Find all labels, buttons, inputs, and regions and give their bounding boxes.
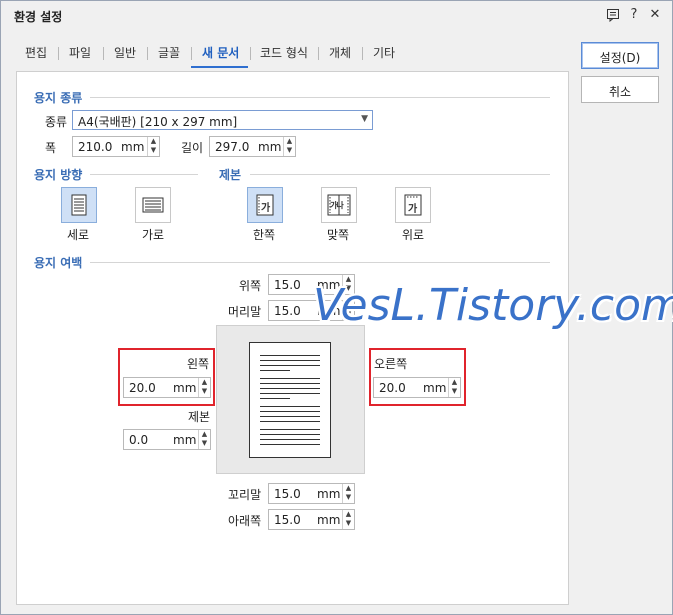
divider <box>90 97 550 98</box>
spin-down-icon[interactable]: ▼ <box>200 439 209 448</box>
landscape-button[interactable] <box>135 187 171 223</box>
binding-top-button[interactable]: 가 <box>395 187 431 223</box>
help-icon[interactable]: ? <box>626 7 642 23</box>
left-margin-stepper[interactable]: 20.0 mm ▲ ▼ <box>123 377 211 398</box>
spin-down-icon[interactable]: ▼ <box>344 493 353 502</box>
chat-icon[interactable] <box>605 7 621 23</box>
spin-down-icon[interactable]: ▼ <box>285 146 294 155</box>
tab-other[interactable]: 기타 <box>373 44 395 61</box>
footer-margin-stepper[interactable]: 15.0 mm ▲ ▼ <box>268 483 355 504</box>
portrait-button[interactable] <box>61 187 97 223</box>
tab-new-document[interactable]: 새 문서 <box>202 44 239 61</box>
cancel-button-label: 취소 <box>608 85 632 99</box>
gutter-margin-value: 0.0 <box>129 433 149 447</box>
bottom-margin-label: 아래쪽 <box>228 514 262 528</box>
spin-up-icon[interactable]: ▲ <box>344 510 353 519</box>
left-margin-unit: mm <box>173 381 197 395</box>
header-margin-value: 15.0 <box>274 304 301 318</box>
divider <box>90 174 198 175</box>
paper-type-section-title: 용지 종류 <box>34 91 83 105</box>
binding-facing-button[interactable]: 가나 <box>321 187 357 223</box>
spin-down-icon[interactable]: ▼ <box>450 387 459 396</box>
binding-section-title: 제본 <box>219 168 242 182</box>
length-label: 길이 <box>181 141 204 155</box>
binding-glyph: 가 <box>408 204 418 215</box>
margins-section-title: 용지 여백 <box>34 256 83 270</box>
gutter-margin-unit: mm <box>173 433 197 447</box>
binding-top-label: 위로 <box>402 228 425 242</box>
right-margin-value: 20.0 <box>379 381 406 395</box>
paper-type-value: A4(국배판) [210 x 297 mm] <box>78 115 238 129</box>
bottom-margin-stepper[interactable]: 15.0 mm ▲ ▼ <box>268 509 355 530</box>
binding-one-side-label: 한쪽 <box>253 228 276 242</box>
binding-glyph: 가 <box>261 203 271 214</box>
spin-down-icon[interactable]: ▼ <box>344 519 353 528</box>
spin-up-icon[interactable]: ▲ <box>285 137 294 146</box>
portrait-page-icon <box>71 194 87 216</box>
dialog-title: 환경 설정 <box>14 10 63 24</box>
landscape-page-icon <box>142 197 164 213</box>
divider <box>90 262 550 263</box>
spin-up-icon[interactable]: ▲ <box>344 484 353 493</box>
right-margin-stepper[interactable]: 20.0 mm ▲ ▼ <box>373 377 461 398</box>
top-margin-label: 위쪽 <box>239 279 262 293</box>
preview-paper <box>249 342 331 458</box>
cancel-button[interactable]: 취소 <box>581 76 659 103</box>
bottom-margin-unit: mm <box>317 513 341 527</box>
binding-one-side-button[interactable]: 가 <box>247 187 283 223</box>
tab-general[interactable]: 일반 <box>114 44 136 61</box>
divider <box>250 174 550 175</box>
paper-type-select[interactable]: A4(국배판) [210 x 297 mm] ▼ <box>72 110 373 130</box>
top-margin-value: 15.0 <box>274 278 301 292</box>
length-value: 297.0 <box>215 140 250 154</box>
length-stepper[interactable]: 297.0 mm ▲ ▼ <box>209 136 296 157</box>
portrait-label: 세로 <box>67 228 90 242</box>
ok-button-label: 설정(D) <box>599 51 641 65</box>
left-margin-value: 20.0 <box>129 381 156 395</box>
right-margin-label: 오른쪽 <box>374 357 408 371</box>
spin-down-icon[interactable]: ▼ <box>200 387 209 396</box>
tab-file[interactable]: 파일 <box>69 44 91 61</box>
bottom-margin-value: 15.0 <box>274 513 301 527</box>
spin-up-icon[interactable]: ▲ <box>200 378 209 387</box>
ok-button[interactable]: 설정(D) <box>581 42 659 69</box>
right-margin-unit: mm <box>423 381 447 395</box>
paper-type-label: 종류 <box>45 115 68 129</box>
gutter-margin-label: 제본 <box>188 410 211 424</box>
width-value: 210.0 <box>78 140 113 154</box>
page-preview <box>216 325 365 474</box>
tab-edit[interactable]: 편집 <box>25 44 47 61</box>
width-stepper[interactable]: 210.0 mm ▲ ▼ <box>72 136 160 157</box>
spin-up-icon[interactable]: ▲ <box>450 378 459 387</box>
tab-code-format[interactable]: 코드 형식 <box>260 44 308 61</box>
left-margin-label: 왼쪽 <box>187 357 210 371</box>
spin-down-icon[interactable]: ▼ <box>149 146 158 155</box>
footer-margin-value: 15.0 <box>274 487 301 501</box>
spin-up-icon[interactable]: ▲ <box>200 430 209 439</box>
watermark-text: VesL.Tistory.com <box>313 280 673 331</box>
gutter-margin-stepper[interactable]: 0.0 mm ▲ ▼ <box>123 429 211 450</box>
binding-facing-label: 맞쪽 <box>327 228 350 242</box>
spin-up-icon[interactable]: ▲ <box>149 137 158 146</box>
tab-object[interactable]: 개체 <box>329 44 351 61</box>
landscape-label: 가로 <box>142 228 165 242</box>
width-label: 폭 <box>45 141 57 155</box>
binding-glyph: 가나 <box>330 201 344 210</box>
footer-margin-unit: mm <box>317 487 341 501</box>
tab-font[interactable]: 글꼴 <box>158 44 180 61</box>
length-unit: mm <box>258 140 282 154</box>
footer-margin-label: 꼬리말 <box>228 488 262 502</box>
header-margin-label: 머리말 <box>228 305 262 319</box>
close-icon[interactable]: ✕ <box>647 7 663 23</box>
title-bar: 환경 설정 ? ✕ <box>1 1 672 31</box>
active-tab-indicator <box>191 66 248 68</box>
orientation-section-title: 용지 방향 <box>34 168 83 182</box>
width-unit: mm <box>121 140 145 154</box>
chevron-down-icon: ▼ <box>361 114 368 124</box>
